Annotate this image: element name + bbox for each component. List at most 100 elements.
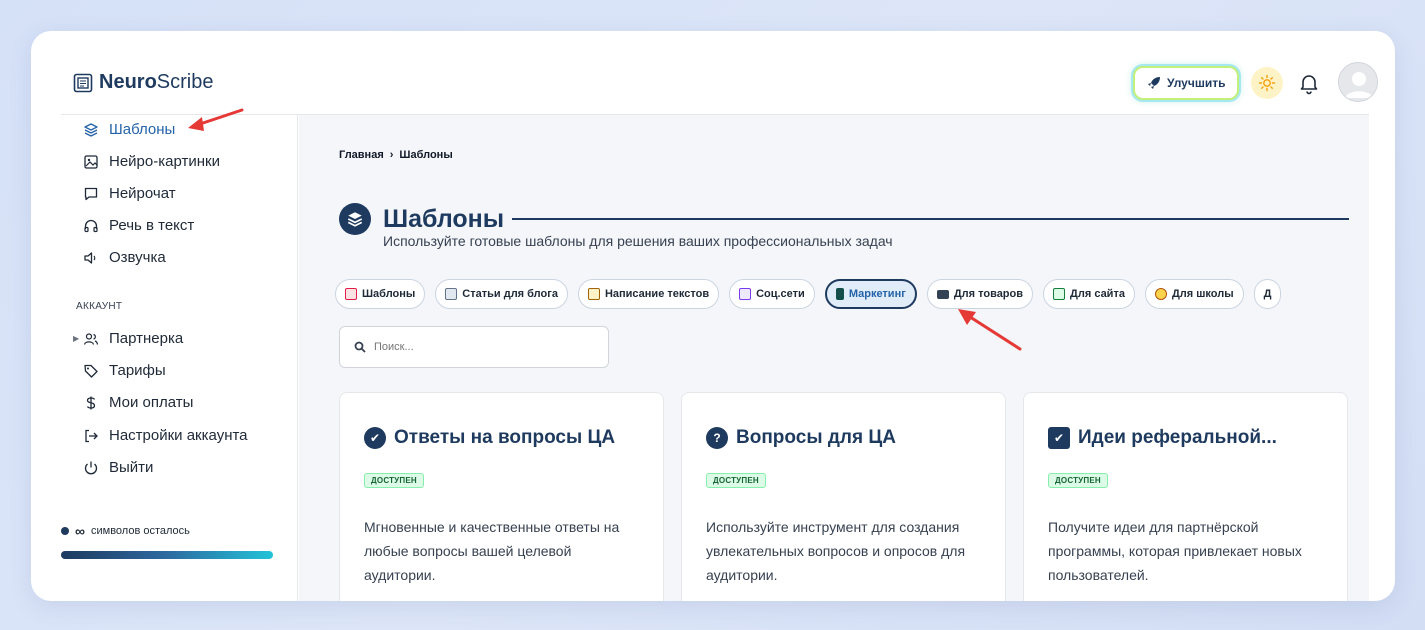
question-icon: ?: [706, 427, 728, 449]
template-card[interactable]: ? Вопросы для ЦА ДОСТУПЕН Используйте ин…: [681, 392, 1006, 601]
sidebar-item-speech-to-text[interactable]: Речь в текст: [83, 217, 194, 234]
layers-icon: [84, 122, 98, 137]
layers-icon: [339, 203, 371, 235]
users-icon: [83, 332, 99, 345]
tag-icon: [84, 364, 98, 378]
logo[interactable]: Neuro Scribe: [73, 71, 214, 94]
sidebar-item-label: Речь в текст: [109, 217, 195, 234]
logo-text-light: Scribe: [156, 71, 214, 93]
avatar[interactable]: [1338, 62, 1378, 102]
chip-website[interactable]: Для сайта: [1043, 279, 1135, 309]
ledger-icon: [1053, 288, 1066, 300]
sidebar-item-label: Озвучка: [109, 249, 166, 266]
chip-label: Для товаров: [953, 288, 1024, 300]
breadcrumb-home[interactable]: Главная: [339, 149, 384, 161]
bell-icon[interactable]: [1297, 71, 1321, 95]
card-icon-glyph: ✔: [1053, 431, 1065, 445]
sidebar-item-payments[interactable]: Мои оплаты: [83, 394, 193, 411]
template-card[interactable]: ✔ Идеи реферальной... ДОСТУПЕН Получите …: [1023, 392, 1348, 601]
title-divider: [512, 218, 1349, 220]
page-title: Шаблоны: [383, 204, 505, 233]
chip-products[interactable]: Для товаров: [926, 279, 1034, 309]
page-subtitle: Используйте готовые шаблоны для решения …: [383, 233, 893, 249]
laptop-icon: [936, 289, 949, 299]
card-icon-glyph: ?: [713, 431, 721, 445]
rocket-icon: [1148, 77, 1160, 89]
credits-text: символов осталось: [90, 525, 190, 537]
logo-text-bold: Neuro: [99, 71, 157, 93]
sidebar-item-partners[interactable]: ▶ Партнерка: [73, 330, 184, 347]
checkbox-icon: ✔: [1048, 427, 1070, 449]
chip-label: Статьи для блога: [462, 288, 558, 300]
status-badge: ДОСТУПЕН: [706, 473, 766, 488]
checkbox-icon: [345, 288, 357, 300]
sidebar: Шаблоны Нейро-картинки Нейрочат Речь в т…: [61, 115, 298, 601]
chat-icon: [84, 187, 98, 200]
check-badge-icon: ✔: [364, 427, 386, 449]
card-header: ? Вопросы для ЦА: [706, 427, 896, 449]
chip-marketing[interactable]: Маркетинг: [824, 279, 917, 309]
chip-label: Написание текстов: [604, 288, 710, 300]
image-icon: [84, 154, 98, 169]
chip-more[interactable]: Д: [1253, 279, 1282, 309]
card-description: Мгновенные и качественные ответы на любы…: [364, 519, 620, 583]
upgrade-label: Улучшить: [1167, 76, 1226, 90]
sidebar-item-account-settings[interactable]: Настройки аккаунта: [83, 427, 248, 444]
chip-label: Маркетинг: [848, 288, 906, 300]
caret-right-icon: ▶: [73, 334, 80, 343]
upgrade-button[interactable]: Улучшить: [1133, 66, 1240, 100]
status-badge: ДОСТУПЕН: [364, 473, 424, 488]
card-header: ✔ Идеи реферальной...: [1048, 427, 1277, 449]
sidebar-item-label: Партнерка: [109, 330, 184, 347]
notepad-icon: [445, 288, 458, 300]
headphones-icon: [84, 219, 98, 232]
memo-icon: [587, 288, 600, 300]
chip-label: Для сайта: [1070, 288, 1125, 300]
card-icon-glyph: ✔: [369, 431, 381, 445]
breadcrumb: Главная › Шаблоны: [339, 149, 453, 161]
user-avatar-icon: [1339, 63, 1377, 101]
sidebar-item-tariffs[interactable]: Тарифы: [83, 362, 166, 379]
sidebar-item-neuro-images[interactable]: Нейро-картинки: [83, 153, 220, 170]
top-header: Neuro Scribe Улучшить: [61, 31, 1378, 115]
chip-templates[interactable]: Шаблоны: [335, 279, 426, 309]
sidebar-item-label: Выйти: [109, 459, 154, 476]
sidebar-item-label: Нейрочат: [109, 185, 176, 202]
search-icon: [354, 341, 366, 353]
dollar-icon: [86, 396, 96, 409]
sidebar-item-label: Мои оплаты: [109, 394, 194, 411]
phone-icon: [835, 288, 844, 300]
main-content: Главная › Шаблоны Шаблоны Используйте го…: [299, 115, 1369, 601]
sidebar-item-label: Шаблоны: [109, 121, 176, 138]
credits-progress-bar: [61, 551, 273, 559]
chip-blog-articles[interactable]: Статьи для блога: [435, 279, 568, 309]
login-icon: [85, 429, 98, 442]
sidebar-item-label: Настройки аккаунта: [109, 427, 248, 444]
power-icon: [84, 461, 98, 474]
sidebar-item-templates[interactable]: Шаблоны: [83, 121, 175, 138]
chip-writing[interactable]: Написание текстов: [577, 279, 720, 309]
credits-symbol: ∞: [75, 523, 85, 539]
shopping-bags-icon: [739, 288, 752, 300]
status-dot: [61, 527, 69, 535]
category-chips: Шаблоны Статьи для блога Написание текст…: [335, 279, 1282, 309]
sidebar-item-label: Тарифы: [109, 362, 166, 379]
card-description: Получите идеи для партнёрской программы,…: [1048, 519, 1302, 583]
template-card[interactable]: ✔ Ответы на вопросы ЦА ДОСТУПЕН Мгновенн…: [339, 392, 664, 601]
status-badge: ДОСТУПЕН: [1048, 473, 1108, 488]
sidebar-item-neurochat[interactable]: Нейрочат: [83, 185, 176, 202]
search-input[interactable]: [374, 341, 574, 353]
sidebar-item-voiceover[interactable]: Озвучка: [83, 249, 166, 266]
owl-icon: [1154, 288, 1167, 300]
sidebar-item-logout[interactable]: Выйти: [83, 459, 153, 476]
theme-toggle-button[interactable]: [1251, 67, 1283, 99]
search-field[interactable]: [339, 326, 609, 368]
page-title-row: Шаблоны: [339, 203, 1349, 235]
chip-social[interactable]: Соц.сети: [729, 279, 815, 309]
chip-label: Шаблоны: [362, 288, 416, 300]
card-title: Идеи реферальной...: [1078, 427, 1277, 448]
card-description: Используйте инструмент для создания увле…: [706, 519, 966, 583]
card-title: Ответы на вопросы ЦА: [394, 427, 616, 448]
chip-school[interactable]: Для школы: [1144, 279, 1244, 309]
chip-label: Д: [1263, 288, 1272, 300]
